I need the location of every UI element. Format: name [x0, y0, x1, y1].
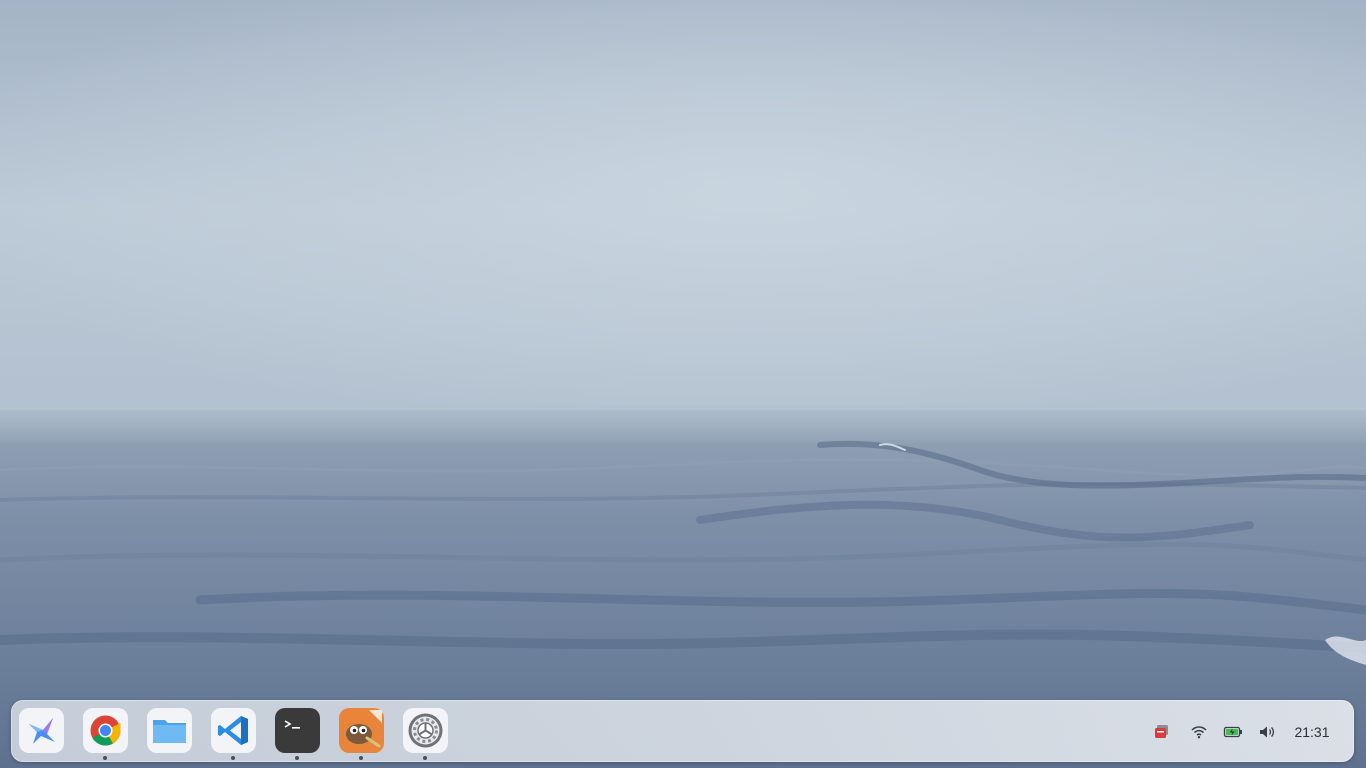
- running-indicator: [359, 756, 363, 760]
- launcher-button[interactable]: [19, 708, 64, 753]
- chrome-button[interactable]: [83, 708, 128, 760]
- files-button[interactable]: [147, 708, 192, 753]
- gear-icon: [403, 708, 448, 753]
- running-indicator: [103, 756, 107, 760]
- terminal-icon: [275, 708, 320, 753]
- volume-icon: [1260, 726, 1275, 738]
- chrome-icon: [83, 708, 128, 753]
- battery-icon: [1223, 726, 1242, 738]
- gimp-icon: [339, 708, 384, 753]
- notification-tray-button[interactable]: [1152, 722, 1172, 742]
- clock[interactable]: 21:31: [1287, 721, 1337, 743]
- wifi-tray-button[interactable]: [1189, 722, 1209, 742]
- wallpaper: [0, 0, 1366, 768]
- gimp-button[interactable]: [339, 708, 384, 760]
- volume-tray-button[interactable]: [1257, 722, 1277, 742]
- vscode-button[interactable]: [211, 708, 256, 760]
- settings-button[interactable]: [403, 708, 448, 760]
- running-indicator: [231, 756, 235, 760]
- desktop: 21:31: [0, 0, 1366, 768]
- running-indicator: [423, 756, 427, 760]
- wifi-icon: [1191, 726, 1207, 739]
- launcher-icon: [19, 708, 64, 753]
- folder-icon: [147, 708, 192, 753]
- battery-tray-button[interactable]: [1223, 722, 1243, 742]
- terminal-button[interactable]: [275, 708, 320, 760]
- notification-icon: [1155, 725, 1168, 738]
- dock: 21:31: [11, 700, 1354, 762]
- running-indicator: [295, 756, 299, 760]
- vscode-icon: [211, 708, 256, 753]
